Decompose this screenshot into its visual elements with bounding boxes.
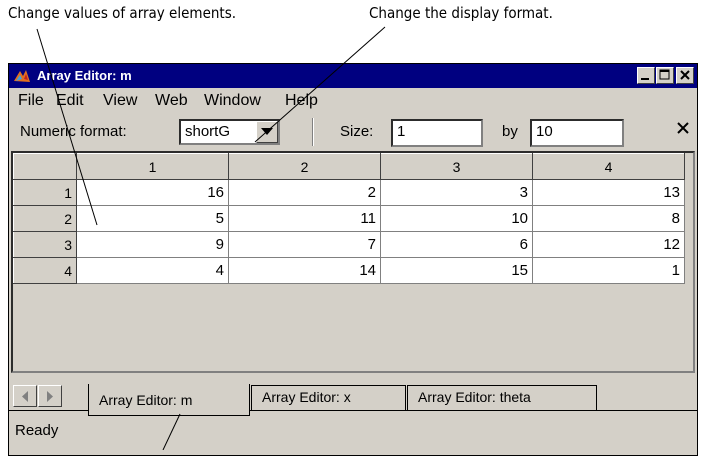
toolbar-close-icon[interactable] xyxy=(675,120,691,136)
tab-strip: Array Editor: m Array Editor: x Array Ed… xyxy=(9,375,697,416)
row-header[interactable]: 1 xyxy=(13,179,77,206)
column-header-row: 1 2 3 4 xyxy=(13,153,685,180)
table-cell[interactable]: 12 xyxy=(532,231,685,258)
table-cell[interactable]: 2 xyxy=(228,179,381,206)
numeric-format-label: Numeric format: xyxy=(20,123,127,140)
matlab-logo-icon xyxy=(14,70,30,82)
table-cell[interactable]: 5 xyxy=(76,205,229,232)
grid-corner[interactable] xyxy=(13,153,77,180)
table-cell[interactable]: 9 xyxy=(76,231,229,258)
scroll-tabs-left-button[interactable] xyxy=(13,385,37,407)
table-cell[interactable]: 16 xyxy=(76,179,229,206)
column-header[interactable]: 1 xyxy=(76,153,229,180)
table-cell[interactable]: 6 xyxy=(380,231,533,258)
numeric-format-select[interactable]: shortG xyxy=(179,119,280,145)
row-header[interactable]: 2 xyxy=(13,205,77,232)
menu-file[interactable]: File xyxy=(18,92,44,110)
array-grid-area: 1 2 3 4 1 16 2 3 13 2 5 11 10 8 3 9 7 6 … xyxy=(11,151,695,373)
table-cell[interactable]: 13 xyxy=(532,179,685,206)
table-cell[interactable]: 8 xyxy=(532,205,685,232)
title-bar[interactable]: Array Editor: m xyxy=(9,64,697,88)
chevron-left-icon xyxy=(22,391,28,402)
numeric-format-value: shortG xyxy=(185,123,231,140)
table-cell[interactable]: 14 xyxy=(228,257,381,284)
column-header[interactable]: 4 xyxy=(532,153,685,180)
row-header[interactable]: 3 xyxy=(13,231,77,258)
status-text: Ready xyxy=(15,422,59,439)
maximize-button[interactable] xyxy=(656,67,674,84)
tab-array-editor-theta[interactable]: Array Editor: theta xyxy=(407,385,597,411)
table-cell[interactable]: 15 xyxy=(380,257,533,284)
column-header[interactable]: 3 xyxy=(380,153,533,180)
minimize-button[interactable] xyxy=(637,67,655,84)
toolbar: Numeric format: shortG Size: 1 by 10 xyxy=(9,114,697,150)
tab-array-editor-x[interactable]: Array Editor: x xyxy=(251,385,406,411)
rows-input[interactable]: 1 xyxy=(391,119,483,147)
callout-format: Change the display format. xyxy=(369,4,553,22)
dropdown-button[interactable] xyxy=(256,121,278,143)
chevron-right-icon xyxy=(47,391,53,402)
menu-window[interactable]: Window xyxy=(204,92,261,110)
close-button[interactable] xyxy=(676,67,694,84)
menu-bar: File Edit View Web Window Help xyxy=(9,89,697,113)
table-row: 3 9 7 6 12 xyxy=(13,231,685,258)
menu-edit[interactable]: Edit xyxy=(56,92,84,110)
window-title: Array Editor: m xyxy=(37,68,132,83)
table-cell[interactable]: 4 xyxy=(76,257,229,284)
column-header[interactable]: 2 xyxy=(228,153,381,180)
maximize-icon xyxy=(659,69,670,80)
table-row: 4 4 14 15 1 xyxy=(13,257,685,284)
table-cell[interactable]: 7 xyxy=(228,231,381,258)
table-cell[interactable]: 1 xyxy=(532,257,685,284)
close-icon xyxy=(680,70,690,80)
row-header[interactable]: 4 xyxy=(13,257,77,284)
array-editor-window: Array Editor: m File Edit View Web Windo… xyxy=(8,63,698,456)
menu-web[interactable]: Web xyxy=(155,92,188,110)
array-grid: 1 2 3 4 1 16 2 3 13 2 5 11 10 8 3 9 7 6 … xyxy=(13,153,685,284)
status-bar: Ready xyxy=(9,416,697,446)
toolbar-separator xyxy=(312,118,314,146)
scroll-tabs-right-button[interactable] xyxy=(38,385,62,407)
table-row: 2 5 11 10 8 xyxy=(13,205,685,232)
table-row: 1 16 2 3 13 xyxy=(13,179,685,206)
menu-view[interactable]: View xyxy=(103,92,137,110)
menu-help[interactable]: Help xyxy=(285,92,318,110)
size-label: Size: xyxy=(340,123,374,140)
table-cell[interactable]: 3 xyxy=(380,179,533,206)
columns-input[interactable]: 10 xyxy=(530,119,624,147)
callout-values: Change values of array elements. xyxy=(8,4,237,22)
tab-array-editor-m[interactable]: Array Editor: m xyxy=(88,384,250,416)
table-cell[interactable]: 11 xyxy=(228,205,381,232)
minimize-icon xyxy=(641,78,649,80)
chevron-down-icon xyxy=(261,128,273,135)
by-label: by xyxy=(502,123,518,140)
table-cell[interactable]: 10 xyxy=(380,205,533,232)
